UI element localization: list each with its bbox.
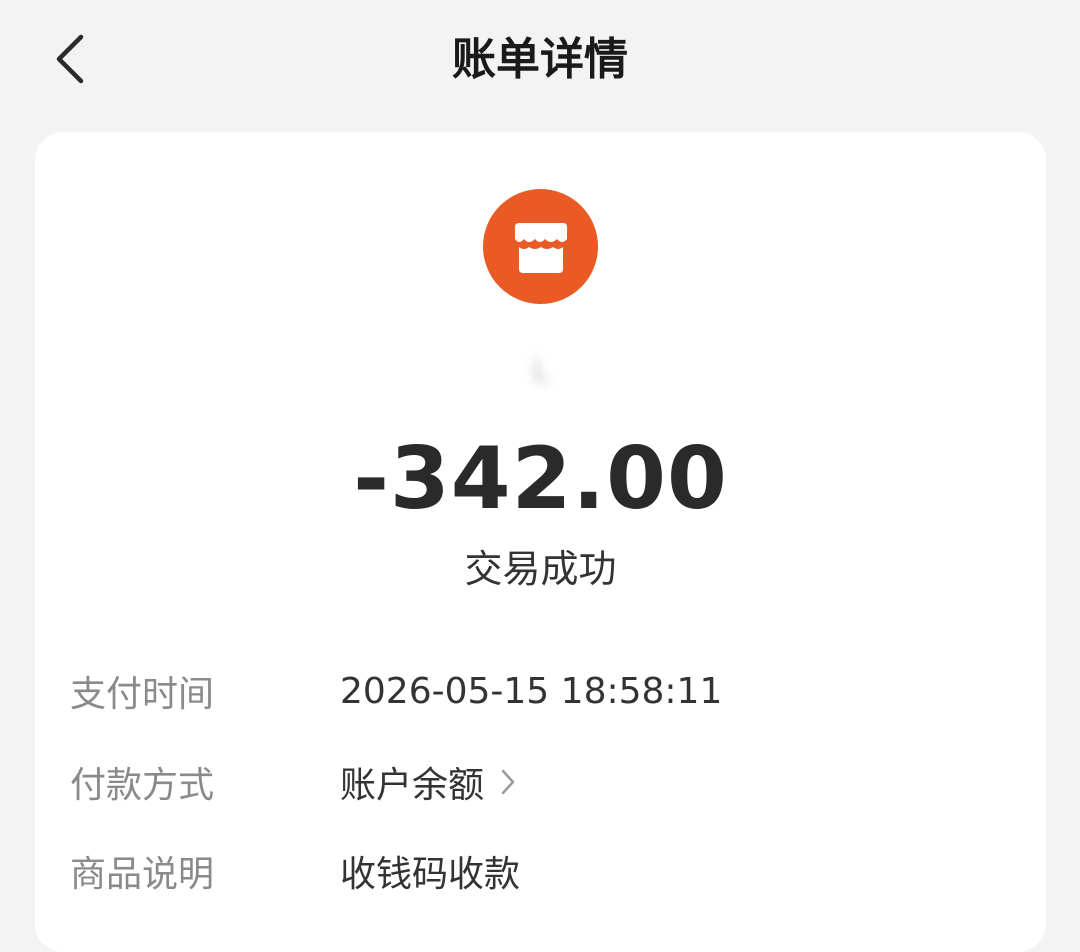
detail-row-goods: 商品说明 收钱码收款 [70,843,1010,899]
bill-detail-card: L -342.00 交易成功 支付时间 2026-05-15 18:58:11 … [35,132,1046,952]
detail-row-pay-time: 支付时间 2026-05-15 18:58:11 [70,663,1010,719]
detail-row-pay-method[interactable]: 付款方式 账户余额 [70,754,1010,810]
top-bar: 账单详情 [0,0,1080,120]
pay-method-value-wrap[interactable]: 账户余额 [340,756,516,808]
transaction-amount: -342.00 [353,429,728,529]
transaction-status: 交易成功 [464,547,617,591]
page-title: 账单详情 [452,34,628,85]
store-icon [483,189,598,304]
pay-time-label: 支付时间 [70,674,215,715]
merchant-name: L [532,354,549,389]
pay-method-value: 账户余额 [340,765,485,806]
chevron-right-icon [500,768,516,796]
pay-method-label: 付款方式 [70,765,215,806]
goods-label: 商品说明 [70,854,215,895]
goods-value: 收钱码收款 [340,854,521,895]
pay-time-value: 2026-05-15 18:58:11 [340,670,723,712]
